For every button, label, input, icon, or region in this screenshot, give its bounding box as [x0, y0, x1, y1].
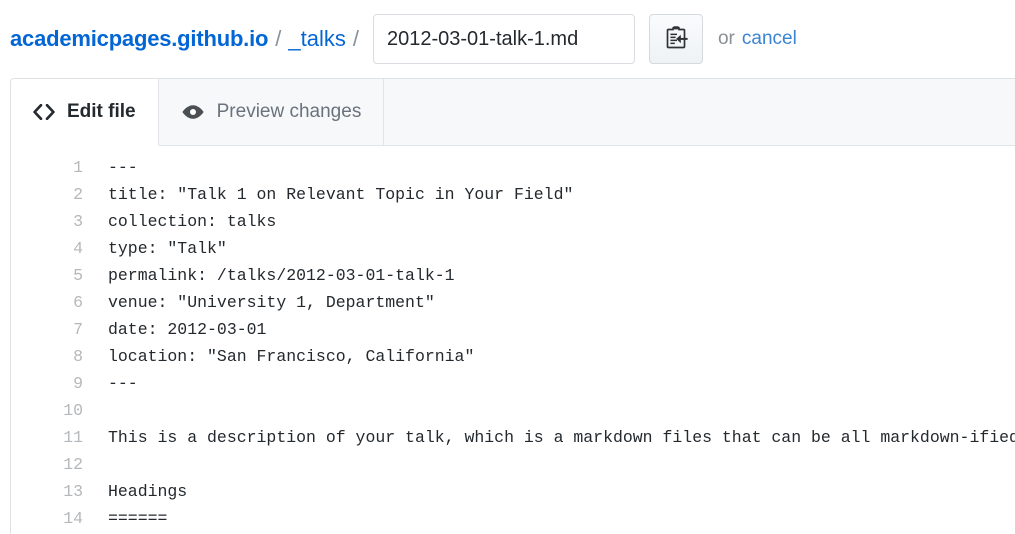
or-label: or	[717, 28, 735, 49]
line-number: 14	[63, 509, 83, 528]
line-number: 2	[73, 185, 83, 204]
code-line: 11 This is a description of your talk, wh…	[11, 424, 1015, 451]
line-number: 1	[73, 158, 83, 177]
code-line: 9 ---	[11, 370, 1015, 397]
line-number: 6	[73, 293, 83, 312]
code-line: 14 ======	[11, 505, 1015, 532]
breadcrumb-separator: /	[275, 26, 282, 51]
filename-input[interactable]	[372, 14, 635, 64]
line-number: 13	[63, 482, 83, 501]
code-line: 1 ---	[11, 154, 1015, 181]
tab-preview-changes-label: Preview changes	[216, 101, 362, 122]
line-text[interactable]: This is a description of your talk, whic…	[83, 424, 1015, 451]
breadcrumb-folder-link[interactable]: _talks	[288, 26, 345, 52]
code-line: 7 date: 2012-03-01	[11, 316, 1015, 343]
line-text[interactable]: title: "Talk 1 on Relevant Topic in Your…	[83, 181, 573, 208]
code-editor[interactable]: 1 --- 2 title: "Talk 1 on Relevant Topic in…	[11, 146, 1015, 532]
line-text[interactable]: ======	[83, 505, 167, 532]
paste-clipboard-button[interactable]	[648, 14, 703, 64]
line-text[interactable]: collection: talks	[83, 208, 276, 235]
file-editor-card: Edit file Preview changes 1 --- 2 title: "T…	[10, 78, 1015, 534]
code-line: 12	[11, 451, 1015, 478]
line-number: 5	[73, 266, 83, 285]
editor-tabnav: Edit file Preview changes	[11, 79, 1015, 146]
code-line: 2 title: "Talk 1 on Relevant Topic in You…	[11, 181, 1015, 208]
tab-preview-changes[interactable]: Preview changes	[159, 79, 385, 145]
line-number: 9	[73, 374, 83, 393]
line-text[interactable]: permalink: /talks/2012-03-01-talk-1	[83, 262, 455, 289]
line-text[interactable]	[83, 397, 108, 424]
cancel-link[interactable]: cancel	[742, 28, 797, 50]
line-number: 4	[73, 239, 83, 258]
line-number: 11	[63, 428, 83, 447]
line-text[interactable]	[83, 451, 108, 478]
line-text[interactable]: Headings	[83, 478, 187, 505]
line-text[interactable]: location: "San Francisco, California"	[83, 343, 474, 370]
line-text[interactable]: ---	[83, 370, 138, 397]
code-line: 4 type: "Talk"	[11, 235, 1015, 262]
line-number: 8	[73, 347, 83, 366]
eye-icon	[181, 103, 205, 121]
line-number: 10	[63, 401, 83, 420]
breadcrumb-separator-2: /	[352, 26, 359, 51]
code-line: 3 collection: talks	[11, 208, 1015, 235]
tab-edit-file-label: Edit file	[67, 101, 136, 122]
breadcrumb-repo-link[interactable]: academicpages.github.io	[10, 26, 268, 52]
code-line: 10	[11, 397, 1015, 424]
tab-edit-file[interactable]: Edit file	[11, 79, 159, 146]
code-line: 8 location: "San Francisco, California"	[11, 343, 1015, 370]
code-icon	[33, 104, 55, 120]
clipboard-arrow-icon	[664, 25, 688, 53]
line-number: 7	[73, 320, 83, 339]
code-line: 13 Headings	[11, 478, 1015, 505]
code-line: 6 venue: "University 1, Department"	[11, 289, 1015, 316]
line-number: 12	[63, 455, 83, 474]
line-text[interactable]: date: 2012-03-01	[83, 316, 266, 343]
breadcrumb: academicpages.github.io / _talks / or ca…	[0, 0, 1015, 78]
line-number: 3	[73, 212, 83, 231]
line-text[interactable]: type: "Talk"	[83, 235, 227, 262]
line-text[interactable]: ---	[83, 154, 138, 181]
code-line: 5 permalink: /talks/2012-03-01-talk-1	[11, 262, 1015, 289]
line-text[interactable]: venue: "University 1, Department"	[83, 289, 435, 316]
